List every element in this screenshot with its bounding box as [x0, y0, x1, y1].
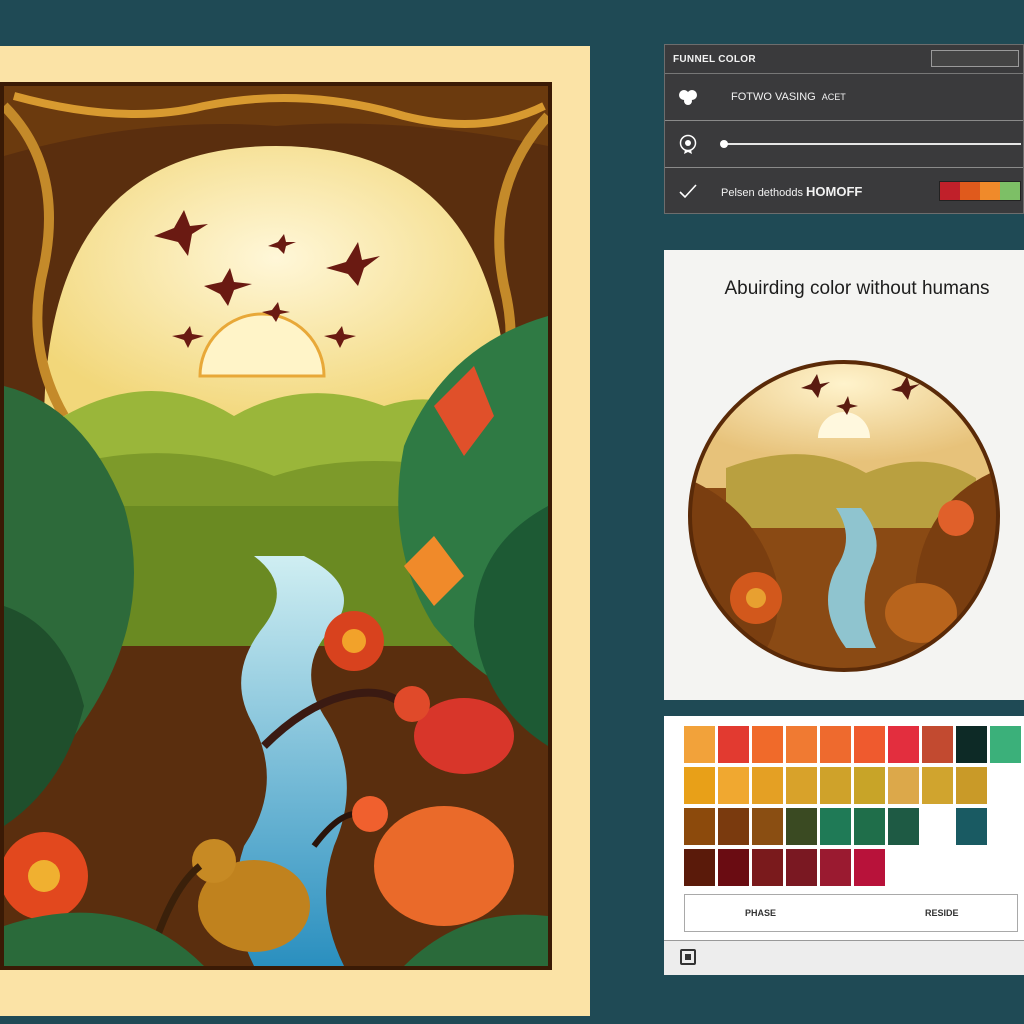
palette-swatch[interactable] [922, 767, 953, 804]
checkmark-icon [665, 183, 711, 199]
palette-swatch[interactable] [854, 849, 885, 886]
preview-card: Abuirding color without humans [664, 250, 1024, 700]
jungle-illustration-svg [4, 86, 548, 966]
palette-footer-left-label: PHASE [745, 908, 777, 918]
palette-swatch[interactable] [786, 808, 817, 845]
panel-header: FUNNEL COLOR [665, 45, 1023, 74]
palette-row [684, 767, 1024, 806]
palette-row [684, 808, 1024, 847]
palette-footer: PHASE RESIDE [684, 894, 1018, 932]
panel-header-button[interactable] [931, 50, 1019, 67]
palette-swatch[interactable] [718, 808, 749, 845]
palette-swatch[interactable] [956, 767, 987, 804]
mode-sublabel: ACET [821, 92, 846, 102]
slider-thumb[interactable] [720, 140, 728, 148]
slider-track[interactable] [721, 143, 1021, 145]
preview-title: Abuirding color without humans [724, 278, 990, 299]
palette-swatch[interactable] [718, 726, 749, 763]
artwork-poster [0, 46, 590, 1016]
palette-swatch[interactable] [786, 726, 817, 763]
palette-swatch[interactable] [922, 808, 953, 845]
palette-swatch[interactable] [922, 726, 953, 763]
palette-swatch[interactable] [684, 849, 715, 886]
palette-swatch[interactable] [820, 767, 851, 804]
palette-swatch[interactable] [684, 808, 715, 845]
palette-swatch[interactable] [820, 726, 851, 763]
palette-swatch[interactable] [718, 849, 749, 886]
palette-swatch[interactable] [752, 767, 783, 804]
palette-swatch[interactable] [786, 849, 817, 886]
palette-row [684, 726, 1024, 765]
palette-footer-right-label: RESIDE [925, 908, 959, 918]
palette-swatch[interactable] [854, 808, 885, 845]
status-bar [664, 940, 1024, 975]
palette-swatch[interactable] [854, 726, 885, 763]
jungle-illustration [0, 82, 552, 970]
palette-swatch[interactable] [990, 726, 1021, 763]
slider-row [665, 121, 1023, 168]
palette-swatch[interactable] [718, 767, 749, 804]
frame-icon[interactable] [680, 949, 696, 965]
color-settings-panel: FUNNEL COLOR FOTWO VASING ACET Pelsen de… [664, 44, 1024, 214]
palette-swatch[interactable] [956, 808, 987, 845]
circular-preview-image [688, 360, 1000, 672]
mini-swatch[interactable] [1000, 182, 1020, 200]
palette-swatch[interactable] [684, 767, 715, 804]
check-label-value: HOMOFF [806, 183, 863, 199]
check-row[interactable]: Pelsen dethodds HOMOFF [665, 168, 1023, 214]
color-palette-card: PHASE RESIDE [664, 716, 1024, 940]
panel-title: FUNNEL COLOR [673, 53, 756, 65]
check-label: Pelsen dethodds HOMOFF [721, 184, 862, 199]
palette-swatch[interactable] [888, 808, 919, 845]
mini-swatch-strip [939, 181, 1021, 201]
mini-swatch[interactable] [940, 182, 960, 200]
palette-swatch[interactable] [854, 767, 885, 804]
palette-swatch[interactable] [956, 726, 987, 763]
mode-row[interactable]: FOTWO VASING ACET [665, 74, 1023, 121]
palette-swatch[interactable] [820, 849, 851, 886]
paw-icon [665, 89, 711, 105]
palette-swatch[interactable] [752, 726, 783, 763]
palette-grid [684, 726, 1024, 890]
check-label-text: Pelsen dethodds [721, 186, 803, 199]
palette-swatch[interactable] [752, 849, 783, 886]
palette-swatch[interactable] [820, 808, 851, 845]
badge-icon [665, 134, 711, 154]
palette-swatch[interactable] [684, 726, 715, 763]
palette-swatch[interactable] [888, 767, 919, 804]
mode-label: FOTWO VASING [731, 91, 816, 103]
palette-swatch[interactable] [752, 808, 783, 845]
mini-swatch[interactable] [960, 182, 980, 200]
palette-swatch[interactable] [888, 726, 919, 763]
palette-swatch[interactable] [786, 767, 817, 804]
mini-swatch[interactable] [980, 182, 1000, 200]
palette-row [684, 849, 1024, 888]
